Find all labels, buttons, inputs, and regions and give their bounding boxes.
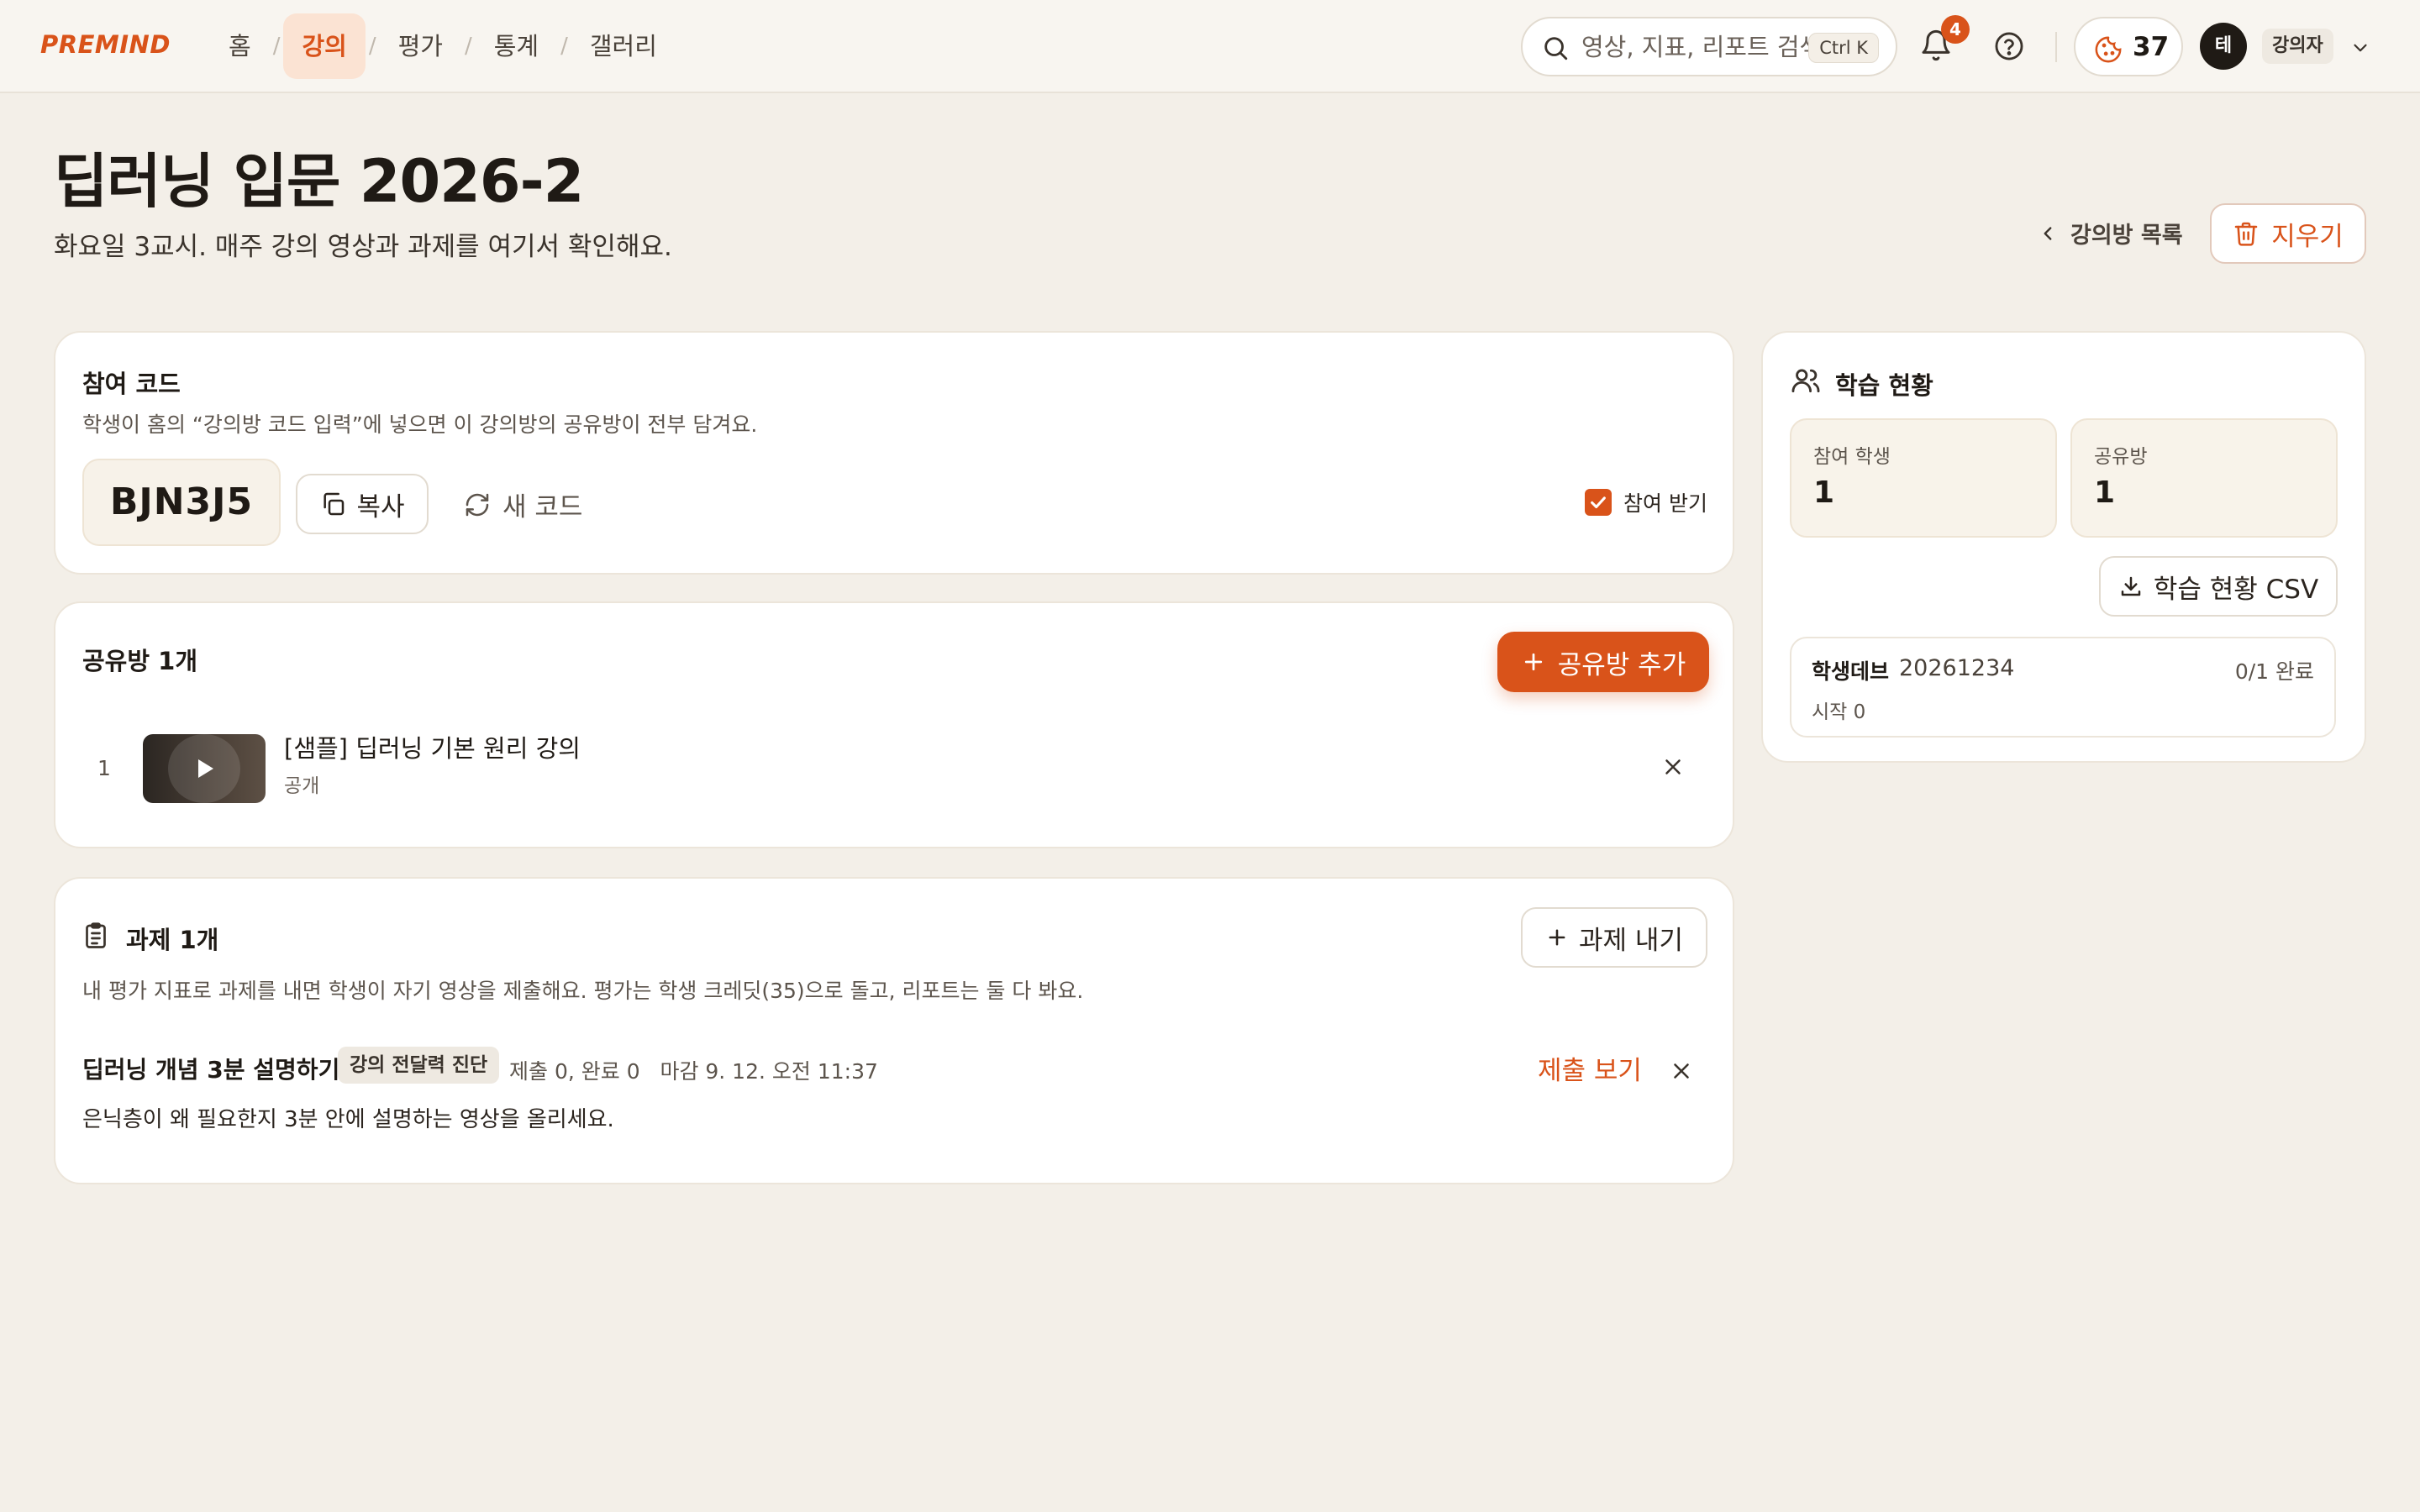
learning-status-card: 학습 현황 참여 학생 1 공유방 1 학습 현황 CSV 학생데브 20261…: [1761, 331, 2366, 763]
nav-item-statistics[interactable]: 통계: [476, 13, 557, 79]
credit-button[interactable]: 37: [2074, 17, 2183, 76]
nav-separator: /: [272, 34, 281, 59]
back-link-label: 강의방 목록: [2070, 223, 2183, 249]
assignments-title: 과제 1개: [126, 926, 219, 954]
close-icon[interactable]: [1660, 754, 1686, 780]
trash-icon: [2234, 222, 2258, 246]
search-shortcut-badge: Ctrl K: [1808, 33, 1879, 63]
add-room-button-label: 공유방 추가: [1557, 649, 1686, 680]
plus-icon: [1524, 653, 1542, 671]
assignment-description: 은닉층이 왜 필요한지 3분 안에 설명하는 영상을 올리세요.: [82, 1107, 614, 1132]
nav-item-lectures[interactable]: 강의: [283, 13, 366, 79]
check-icon: [1591, 496, 1606, 509]
assignment-meta: 제출 0, 완료 0 마감 9. 12. 오전 11:37: [509, 1059, 878, 1084]
add-assignment-button-label: 과제 내기: [1579, 925, 1683, 956]
accept-join-label: 참여 받기: [1623, 491, 1707, 516]
chevron-down-icon[interactable]: [2349, 37, 2371, 59]
add-assignment-button[interactable]: 과제 내기: [1521, 907, 1707, 968]
stat-value: 1: [2094, 475, 2116, 510]
add-room-button[interactable]: 공유방 추가: [1497, 632, 1709, 692]
search-input[interactable]: [1581, 29, 1808, 66]
join-code-title: 참여 코드: [82, 370, 181, 398]
nav-item-home[interactable]: 홈: [210, 13, 270, 79]
new-code-button-label: 새 코드: [502, 492, 583, 522]
join-code-value: BJN3J5: [82, 459, 281, 546]
plus-icon: [1549, 929, 1565, 946]
cookie-icon: [2095, 36, 2122, 63]
copy-code-button[interactable]: 복사: [296, 474, 429, 534]
accept-join-toggle[interactable]: 참여 받기: [1585, 487, 1707, 517]
divider: [2055, 32, 2057, 62]
copy-button-label: 복사: [356, 491, 405, 522]
main-nav: 홈 / 강의 / 평가 / 통계 / 갤러리: [210, 13, 676, 80]
student-name: 학생데브: [1812, 659, 1890, 684]
learning-status-title: 학습 현황: [1835, 371, 1933, 400]
student-started: 시작 0: [1812, 701, 1866, 723]
join-code-card: 참여 코드 학생이 홈의 “강의방 코드 입력”에 넣으면 이 강의방의 공유방…: [54, 331, 1734, 575]
export-csv-button[interactable]: 학습 현황 CSV: [2099, 556, 2338, 617]
close-icon[interactable]: [1669, 1058, 1694, 1084]
chevron-left-icon: [2044, 226, 2052, 240]
search-icon: [1544, 37, 1568, 60]
shared-rooms-card: 공유방 1개 공유방 추가 1 [샘플] 딥러닝 기본 원리 강의 공개: [54, 601, 1734, 848]
stat-label: 공유방: [2094, 446, 2148, 468]
copy-icon: [324, 492, 345, 516]
notification-count-badge: 4: [1941, 15, 1970, 44]
page-subtitle: 화요일 3교시. 매주 강의 영상과 과제를 여기서 확인해요.: [54, 232, 672, 262]
shared-rooms-title: 공유방 1개: [82, 647, 197, 675]
play-icon: [198, 759, 213, 778]
nav-separator: /: [368, 34, 376, 59]
export-csv-label: 학습 현황 CSV: [2153, 574, 2319, 605]
stat-value: 1: [1813, 475, 1835, 510]
nav-separator: /: [560, 34, 568, 59]
assignments-card: 과제 1개 과제 내기 내 평가 지표로 과제를 내면 학생이 자기 영상을 제…: [54, 877, 1734, 1184]
assignment-metric-tag: 강의 전달력 진단: [338, 1047, 500, 1084]
avatar[interactable]: 테: [2200, 23, 2247, 70]
nav-item-gallery[interactable]: 갤러리: [571, 13, 676, 79]
room-title[interactable]: [샘플] 딥러닝 기본 원리 강의: [284, 729, 581, 764]
room-visibility: 공개: [284, 775, 320, 797]
users-icon: [1791, 369, 1820, 393]
join-code-description: 학생이 홈의 “강의방 코드 입력”에 넣으면 이 강의방의 공유방이 전부 담…: [82, 412, 758, 437]
room-index: 1: [97, 756, 111, 780]
student-completion: 0/1 완료: [2234, 659, 2314, 684]
assignment-title[interactable]: 딥러닝 개념 3분 설명하기: [82, 1052, 339, 1085]
list-item[interactable]: 학생데브 20261234 0/1 완료 시작 0: [1790, 637, 2336, 738]
delete-button[interactable]: 지우기: [2210, 203, 2366, 264]
nav-separator: /: [464, 34, 472, 59]
top-bar: PREMIND 홈 / 강의 / 평가 / 통계 / 갤러리 Ctrl K 4 …: [0, 0, 2420, 93]
view-submissions-link[interactable]: 제출 보기: [1538, 1049, 1642, 1087]
help-icon[interactable]: [1993, 30, 2025, 62]
clipboard-icon: [86, 922, 106, 948]
refresh-icon: [466, 493, 489, 516]
back-to-classrooms-link[interactable]: 강의방 목록: [2037, 217, 2183, 249]
stat-rooms: 공유방 1: [2070, 418, 2338, 538]
student-id: 20261234: [1899, 655, 2015, 681]
video-thumbnail[interactable]: [143, 734, 266, 803]
nav-item-evaluation[interactable]: 평가: [380, 13, 461, 79]
delete-button-label: 지우기: [2271, 221, 2344, 252]
stat-students: 참여 학생 1: [1790, 418, 2057, 538]
stat-label: 참여 학생: [1813, 446, 1891, 468]
search-box[interactable]: Ctrl K: [1521, 17, 1897, 76]
list-item[interactable]: 1 [샘플] 딥러닝 기본 원리 강의 공개: [55, 716, 1733, 816]
app-logo[interactable]: PREMIND: [40, 30, 171, 59]
download-icon: [2121, 576, 2141, 596]
assignments-description: 내 평가 지표로 과제를 내면 학생이 자기 영상을 제출해요. 평가는 학생 …: [82, 979, 1084, 1003]
page-title: 딥러닝 입문 2026-2: [54, 147, 584, 216]
new-code-button[interactable]: 새 코드: [464, 486, 582, 523]
user-role-badge[interactable]: 강의자: [2262, 29, 2333, 64]
accept-join-checkbox[interactable]: [1585, 489, 1612, 516]
credit-count: 37: [2133, 32, 2170, 62]
